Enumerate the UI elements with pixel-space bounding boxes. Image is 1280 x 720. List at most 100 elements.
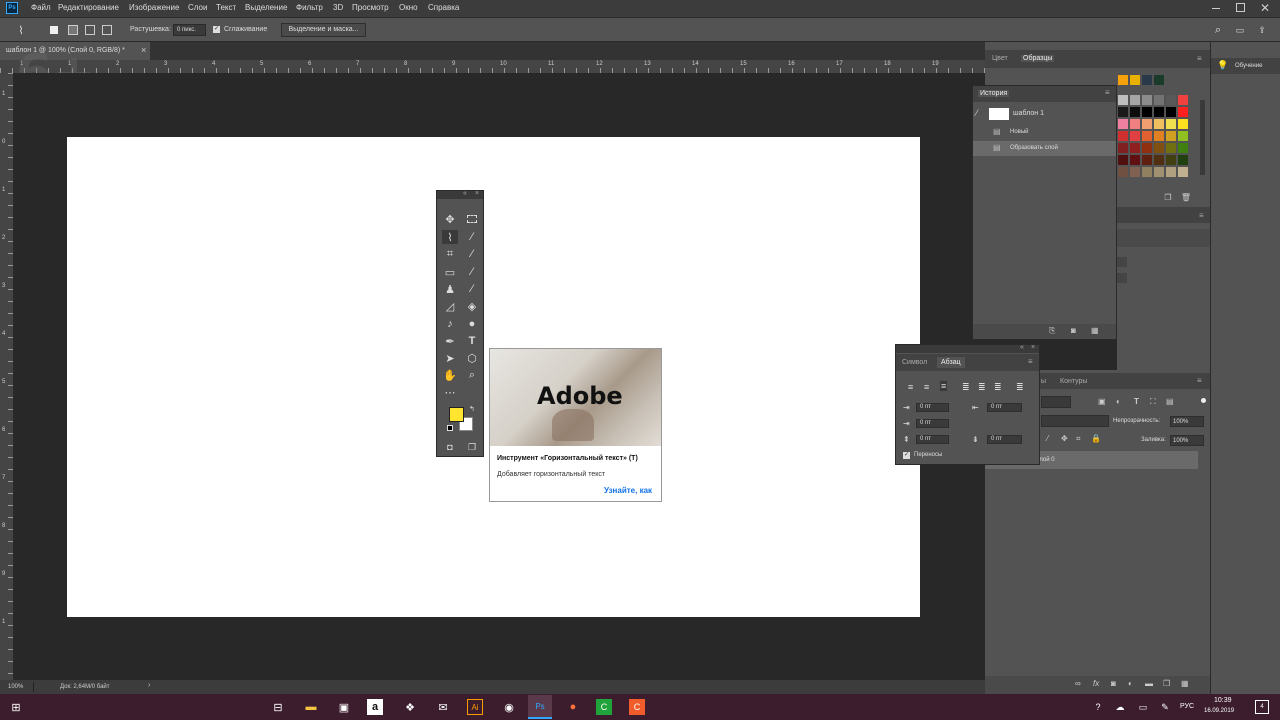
justify-last-center-icon[interactable]: ≣ [978,382,986,393]
align-center-icon[interactable]: ≡ [924,382,929,392]
brush-tool-icon[interactable]: ⁄ [464,265,480,279]
lock-all-icon[interactable]: 🔒 [1091,434,1101,443]
swatch[interactable] [1178,143,1188,153]
swatch[interactable] [1142,167,1152,177]
dropbox-icon[interactable]: ❖ [400,697,420,717]
default-colors-icon[interactable] [447,425,453,431]
yandex-browser-icon[interactable]: ◉ [499,697,519,717]
swatches-scrollbar[interactable] [1200,100,1205,175]
swatch[interactable] [1130,75,1140,85]
swatch[interactable] [1118,167,1128,177]
store-icon[interactable]: ▣ [334,697,354,717]
lasso-tool-icon[interactable]: ⌇ [442,230,458,244]
menu-layers[interactable]: Слои [188,3,207,12]
tooltip-learn-link[interactable]: Узнайте, как [604,486,652,495]
eraser-tool-icon[interactable]: ◿ [442,299,458,313]
learn-button[interactable]: 💡 Обучение [1211,58,1280,74]
photoshop-taskbar-icon[interactable]: Ps [528,695,552,719]
history-brush-tool-icon[interactable]: ⁄ [464,282,480,296]
clock-time[interactable]: 10:39 [1214,697,1232,704]
layer-style-icon[interactable]: fx [1093,679,1099,688]
foreground-color-swatch[interactable] [449,407,464,422]
move-tool-icon[interactable]: ✥ [442,212,458,226]
amazon-icon[interactable]: a [367,699,383,715]
tools-panel-header[interactable]: « × [437,190,483,199]
zoom-tool-icon[interactable]: ⌕ [464,368,480,382]
fill-input[interactable]: 100% [1170,435,1204,446]
delete-swatch-icon[interactable]: 🗑 [1181,192,1191,202]
filter-smart-icon[interactable]: ▤ [1166,397,1174,406]
subtract-selection-icon[interactable] [85,25,95,35]
swatch[interactable] [1142,143,1152,153]
menu-image[interactable]: Изображение [129,3,179,12]
zoom-level[interactable]: 100% [8,684,23,690]
filter-image-icon[interactable]: ▣ [1098,397,1106,406]
windows-start-icon[interactable]: ⊞ [6,697,26,717]
swatch[interactable] [1130,131,1140,141]
swatch[interactable] [1154,107,1164,117]
justify-last-right-icon[interactable]: ≣ [994,382,1002,393]
swatch[interactable] [1154,131,1164,141]
paint-bucket-tool-icon[interactable]: ◈ [464,299,480,313]
share-icon[interactable]: ⇪ [1256,24,1268,36]
swatch[interactable] [1154,95,1164,105]
document-close-icon[interactable]: × [141,45,146,55]
type-tool-icon[interactable]: T [464,334,480,348]
marquee-tool-icon[interactable] [464,212,480,226]
camtasia-recorder-icon[interactable]: C [629,699,645,715]
hand-tool-icon[interactable]: ✋ [442,368,458,382]
menu-view[interactable]: Просмотр [352,3,389,12]
crop-tool-icon[interactable]: ⌗ [442,247,458,261]
collapse-icon[interactable]: « [463,190,467,197]
first-line-indent-input[interactable]: 0 пт [916,419,949,428]
add-selection-icon[interactable] [68,25,78,35]
swatch[interactable] [1118,119,1128,129]
link-layers-icon[interactable]: ∞ [1075,679,1081,688]
history-snapshot-row[interactable]: ⁄ шаблон 1 [973,105,1116,123]
add-mask-icon[interactable]: ◙ [1111,679,1116,688]
swatch[interactable] [1178,131,1188,141]
keyboard-language[interactable]: РУС [1180,703,1194,710]
swatch[interactable] [1178,107,1188,117]
new-selection-icon[interactable] [50,26,58,34]
swatch[interactable] [1154,155,1164,165]
swatch[interactable] [1166,107,1176,117]
panel-close-icon[interactable]: × [1031,344,1035,351]
swatch[interactable] [1118,143,1128,153]
justify-all-icon[interactable]: ≣ [1016,382,1024,393]
file-explorer-icon[interactable]: ▬ [301,697,321,717]
filter-shape-icon[interactable]: ⛶ [1150,397,1156,407]
restore-button[interactable] [1236,3,1245,12]
menu-file[interactable]: Файл [31,3,51,12]
swatch[interactable] [1142,107,1152,117]
lock-pixels-icon[interactable]: ⁄ [1047,434,1048,443]
filter-toggle[interactable] [1201,398,1206,403]
panel-menu-icon[interactable]: ≡ [1105,88,1110,97]
new-group-icon[interactable]: ▬ [1145,679,1153,688]
help-tray-icon[interactable]: ? [1088,697,1108,717]
swatch[interactable] [1178,119,1188,129]
new-document-from-state-icon[interactable]: ⎘ [1049,326,1055,336]
workspace-icon[interactable]: ▭ [1234,24,1246,36]
swatch[interactable] [1130,143,1140,153]
swatch[interactable] [1154,75,1164,85]
swap-colors-icon[interactable]: ↰ [469,405,475,413]
swatch[interactable] [1166,143,1176,153]
space-after-input[interactable]: 0 пт [987,435,1022,444]
swatch[interactable] [1166,167,1176,177]
tab-layers[interactable]: ы [1041,378,1046,385]
swatch[interactable] [1166,95,1176,105]
swatch[interactable] [1142,131,1152,141]
swatch[interactable] [1130,107,1140,117]
filter-type-icon[interactable]: T [1134,397,1139,406]
dodge-tool-icon[interactable]: ● [464,317,480,331]
swatch[interactable] [1178,95,1188,105]
align-right-icon[interactable]: ≡ [940,381,948,391]
history-item[interactable]: ▤ Образовать слой [973,141,1116,156]
panel-close-icon[interactable]: × [475,190,479,197]
camera-icon[interactable]: ◙ [1071,326,1076,335]
swatch[interactable] [1130,95,1140,105]
lock-position-icon[interactable]: ✥ [1061,434,1068,443]
stamp-tool-icon[interactable]: ♟ [442,282,458,296]
swatch[interactable] [1154,143,1164,153]
